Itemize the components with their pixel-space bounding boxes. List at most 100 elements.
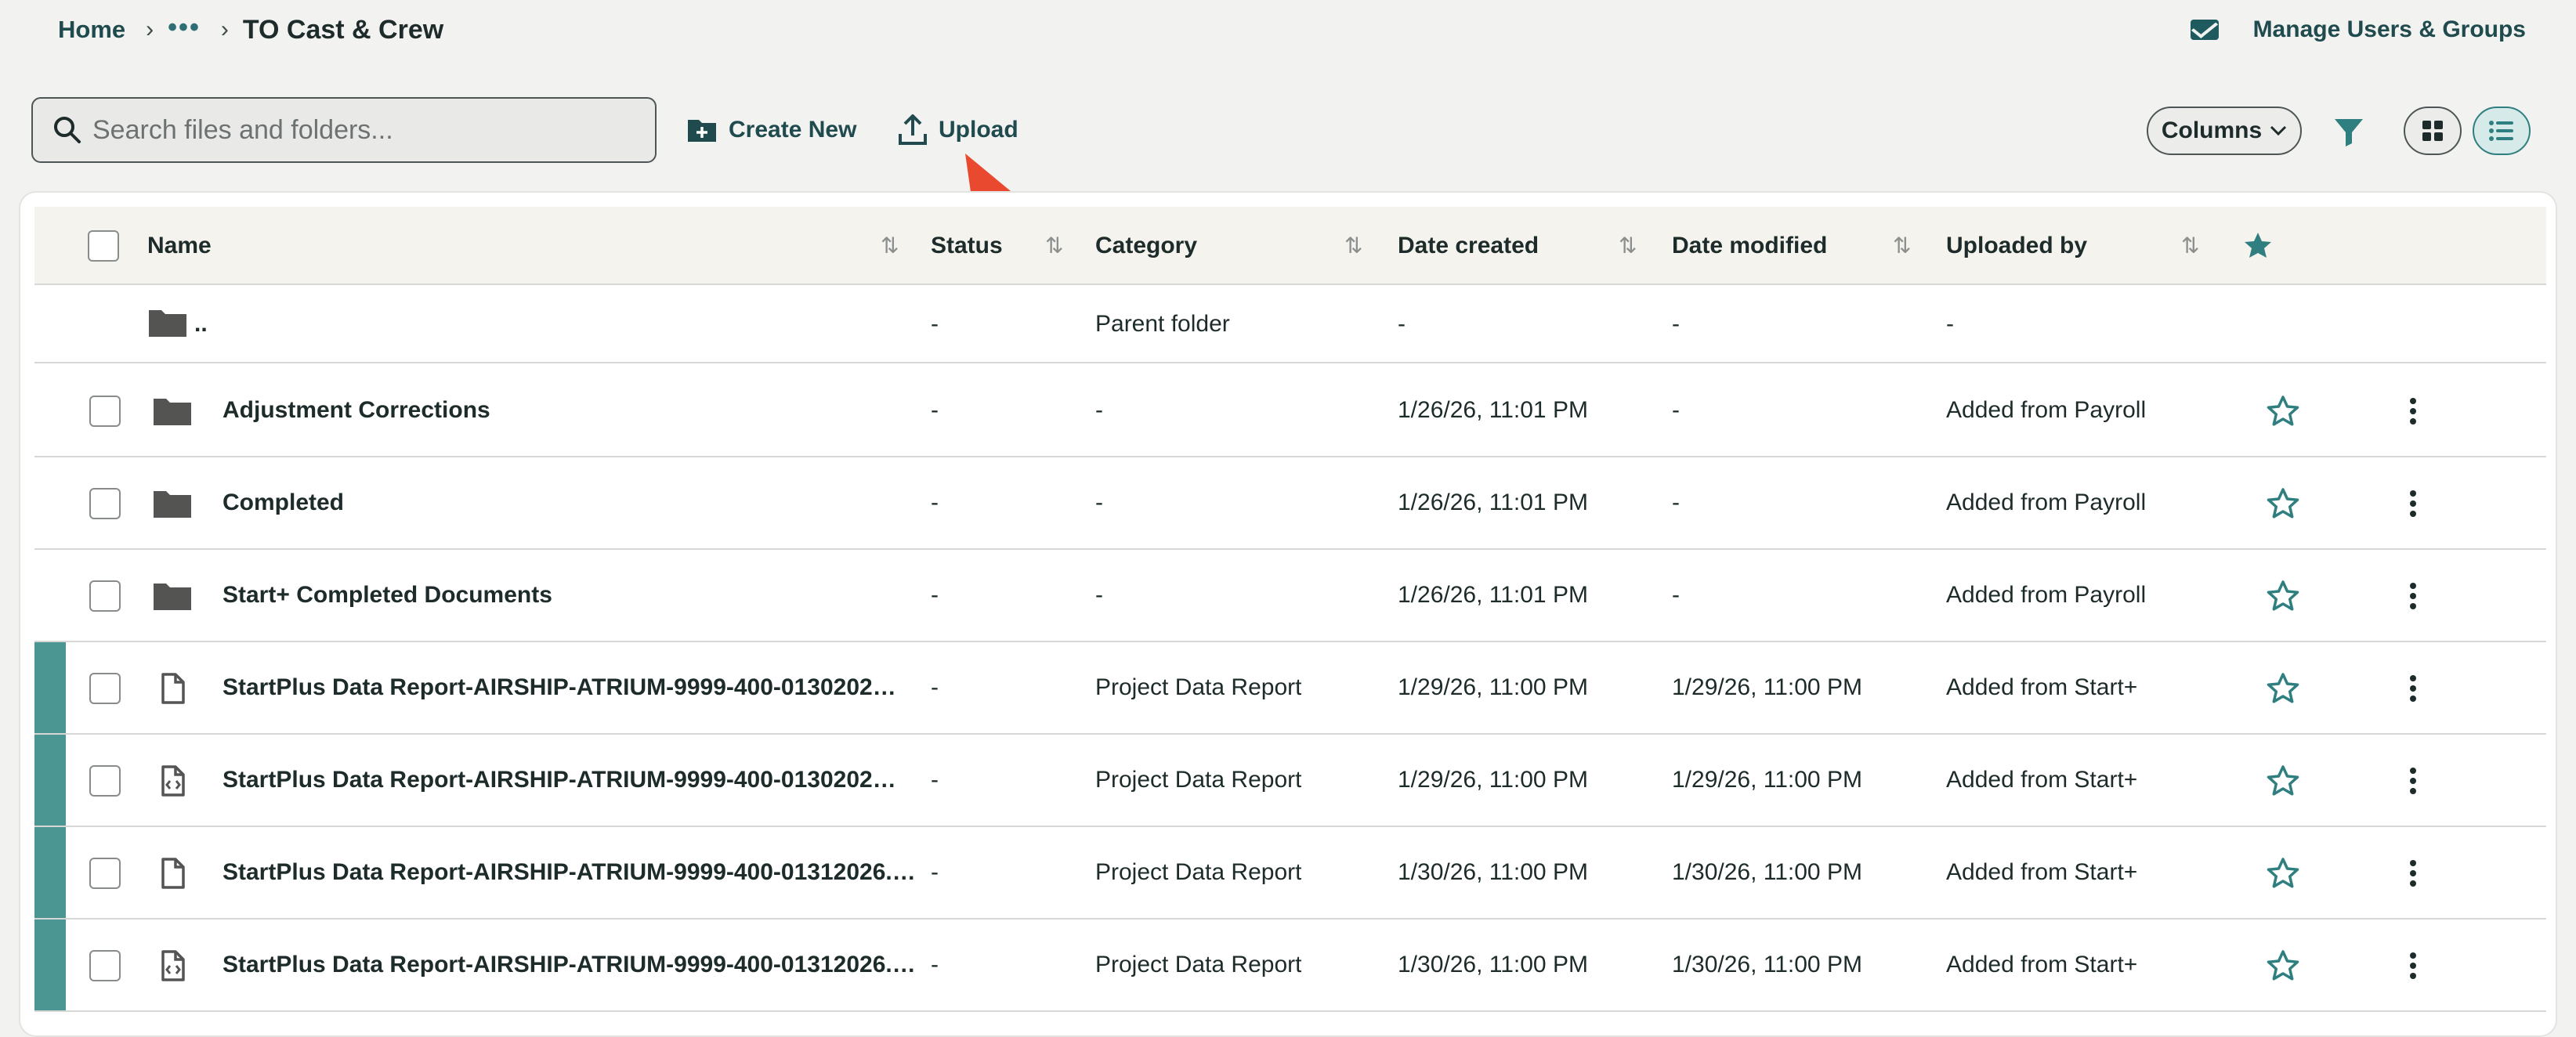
row-marker xyxy=(34,827,66,918)
row-category: Project Data Report xyxy=(1095,859,1302,885)
row-date-created: 1/26/26, 11:01 PM xyxy=(1398,582,1588,608)
more-options-icon[interactable] xyxy=(2408,396,2418,427)
row-date-created: 1/29/26, 11:00 PM xyxy=(1398,674,1588,700)
star-outline-icon[interactable] xyxy=(2266,579,2300,613)
filter-icon[interactable] xyxy=(2332,114,2366,149)
row-name[interactable]: StartPlus Data Report-AIRSHIP-ATRIUM-999… xyxy=(223,827,916,918)
table-row[interactable]: StartPlus Data Report-AIRSHIP-ATRIUM-999… xyxy=(34,827,2546,920)
row-status: - xyxy=(931,311,939,337)
sort-icon[interactable]: ⇅ xyxy=(2181,230,2202,262)
row-date-created: 1/30/26, 11:00 PM xyxy=(1398,859,1588,885)
row-checkbox[interactable] xyxy=(89,673,121,704)
more-options-icon[interactable] xyxy=(2408,673,2418,704)
more-options-icon[interactable] xyxy=(2408,858,2418,889)
row-name[interactable]: StartPlus Data Report-AIRSHIP-ATRIUM-999… xyxy=(223,735,896,826)
breadcrumb-current: TO Cast & Crew xyxy=(242,14,444,45)
create-new-button[interactable]: Create New xyxy=(686,110,856,150)
row-date-modified: - xyxy=(1672,582,1680,608)
row-date-modified: 1/29/26, 11:00 PM xyxy=(1672,767,1862,793)
table-row[interactable]: Completed - - 1/26/26, 11:01 PM - Added from … xyxy=(34,457,2546,550)
star-outline-icon[interactable] xyxy=(2266,948,2300,983)
search-input[interactable] xyxy=(92,114,625,146)
row-checkbox[interactable] xyxy=(89,950,121,981)
sort-icon[interactable]: ⇅ xyxy=(1893,230,1913,262)
row-category: - xyxy=(1095,490,1103,515)
row-date-created: 1/30/26, 11:00 PM xyxy=(1398,952,1588,977)
table-row[interactable]: StartPlus Data Report-AIRSHIP-ATRIUM-999… xyxy=(34,920,2546,1012)
row-checkbox[interactable] xyxy=(89,488,121,519)
star-outline-icon[interactable] xyxy=(2266,394,2300,428)
row-date-modified: 1/30/26, 11:00 PM xyxy=(1672,952,1862,977)
more-options-icon[interactable] xyxy=(2408,950,2418,981)
row-name[interactable]: Completed xyxy=(223,457,344,548)
row-checkbox[interactable] xyxy=(89,580,121,612)
header-status[interactable]: Status xyxy=(931,207,1003,285)
more-options-icon[interactable] xyxy=(2408,765,2418,797)
folder-icon xyxy=(154,399,191,425)
row-uploaded-by: Added from Start+ xyxy=(1946,859,2138,885)
row-name[interactable]: Start+ Completed Documents xyxy=(223,550,552,641)
row-marker xyxy=(34,735,66,826)
columns-label: Columns xyxy=(2161,117,2263,143)
row-name[interactable]: StartPlus Data Report-AIRSHIP-ATRIUM-999… xyxy=(223,642,896,733)
favorites-star-icon[interactable] xyxy=(2242,230,2274,262)
upload-button[interactable]: Upload xyxy=(898,110,1018,150)
star-outline-icon[interactable] xyxy=(2266,764,2300,798)
select-all-checkbox[interactable] xyxy=(88,230,119,262)
row-checkbox[interactable] xyxy=(89,765,121,797)
row-status: - xyxy=(931,674,939,700)
code-file-icon xyxy=(161,765,185,797)
row-date-modified: - xyxy=(1672,490,1680,515)
more-options-icon[interactable] xyxy=(2408,488,2418,519)
breadcrumb: Home › ••• › TO Cast & Crew xyxy=(58,11,443,49)
more-options-icon[interactable] xyxy=(2408,580,2418,612)
row-status: - xyxy=(931,859,939,885)
grid-view-button[interactable] xyxy=(2404,107,2462,155)
row-uploaded-by: Added from Payroll xyxy=(1946,490,2147,515)
row-date-created: 1/26/26, 11:01 PM xyxy=(1398,490,1588,515)
header-date-modified[interactable]: Date modified xyxy=(1672,207,1827,285)
row-uploaded-by: Added from Start+ xyxy=(1946,952,2138,977)
grid-icon xyxy=(2422,121,2443,141)
table-row[interactable]: Adjustment Corrections - - 1/26/26, 11:01 P… xyxy=(34,365,2546,457)
breadcrumb-home-link[interactable]: Home xyxy=(58,16,125,44)
star-outline-icon[interactable] xyxy=(2266,486,2300,521)
row-checkbox[interactable] xyxy=(89,396,121,427)
row-date-created: 1/26/26, 11:01 PM xyxy=(1398,397,1588,423)
row-marker xyxy=(34,920,66,1010)
create-new-label: Create New xyxy=(729,117,857,143)
files-table: Name ⇅ Status ⇅ Category ⇅ Date created … xyxy=(19,191,2557,1037)
sort-icon[interactable]: ⇅ xyxy=(881,230,901,262)
star-outline-icon[interactable] xyxy=(2266,671,2300,706)
list-icon xyxy=(2489,121,2513,141)
parent-folder-row[interactable]: .. - Parent folder - - - xyxy=(34,287,2546,363)
sort-icon[interactable]: ⇅ xyxy=(1045,230,1065,262)
row-uploaded-by: - xyxy=(1946,311,1954,337)
upload-label: Upload xyxy=(939,117,1018,143)
columns-dropdown[interactable]: Columns xyxy=(2147,107,2302,155)
add-folder-icon xyxy=(688,120,716,142)
row-checkbox[interactable] xyxy=(89,858,121,889)
header-date-created[interactable]: Date created xyxy=(1398,207,1539,285)
table-row[interactable]: StartPlus Data Report-AIRSHIP-ATRIUM-999… xyxy=(34,735,2546,827)
row-date-modified: 1/30/26, 11:00 PM xyxy=(1672,859,1862,885)
table-row[interactable]: StartPlus Data Report-AIRSHIP-ATRIUM-999… xyxy=(34,642,2546,735)
row-date-created: 1/29/26, 11:00 PM xyxy=(1398,767,1588,793)
header-category[interactable]: Category xyxy=(1095,207,1197,285)
row-status: - xyxy=(931,952,939,977)
list-view-button[interactable] xyxy=(2473,107,2531,155)
sort-icon[interactable]: ⇅ xyxy=(1344,230,1365,262)
table-row[interactable]: Start+ Completed Documents - - 1/26/26, 11:… xyxy=(34,550,2546,642)
row-name[interactable]: Adjustment Corrections xyxy=(223,365,490,456)
header-uploaded-by[interactable]: Uploaded by xyxy=(1946,207,2087,285)
manage-users-groups-link[interactable]: Manage Users & Groups xyxy=(2190,11,2526,49)
breadcrumb-more-button[interactable]: ••• xyxy=(168,13,201,43)
row-name[interactable]: StartPlus Data Report-AIRSHIP-ATRIUM-999… xyxy=(223,920,916,1010)
star-outline-icon[interactable] xyxy=(2266,856,2300,891)
header-name[interactable]: Name xyxy=(147,207,212,285)
sort-icon[interactable]: ⇅ xyxy=(1619,230,1639,262)
search-icon xyxy=(54,117,81,143)
file-icon xyxy=(161,673,185,704)
chevron-down-icon xyxy=(2270,125,2287,136)
row-name: .. xyxy=(194,311,208,337)
